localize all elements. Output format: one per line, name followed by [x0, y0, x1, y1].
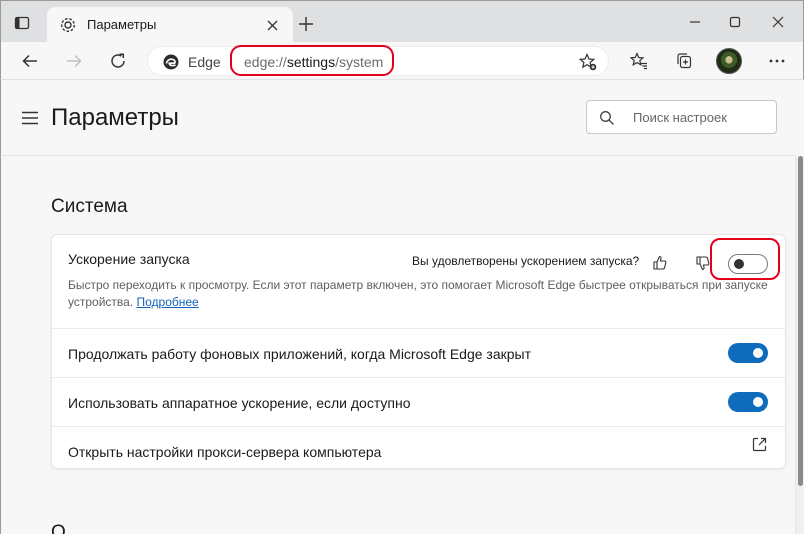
next-section-title: О	[51, 522, 66, 534]
background-apps-toggle[interactable]	[728, 343, 768, 363]
add-favorite-icon[interactable]	[578, 52, 598, 72]
forward-arrow-icon[interactable]	[60, 47, 88, 75]
minimize-icon[interactable]	[682, 11, 708, 33]
maximize-icon[interactable]	[722, 11, 748, 33]
toolbar: Edge edge://settings/system	[0, 42, 804, 80]
background-apps-label: Продолжать работу фоновых приложений, ко…	[68, 346, 532, 362]
close-tab-icon[interactable]	[263, 16, 281, 34]
search-placeholder: Поиск настроек	[633, 110, 727, 125]
startup-boost-feedback-question: Вы удовлетворены ускорением запуска?	[412, 254, 640, 268]
tab-settings[interactable]: Параметры	[47, 7, 293, 43]
page-title: Параметры	[51, 104, 179, 131]
startup-boost-description: Быстро переходить к просмотру. Если этот…	[68, 277, 768, 311]
section-title: Система	[51, 196, 128, 217]
proxy-settings-label[interactable]: Открыть настройки прокси-сервера компьют…	[68, 444, 381, 460]
tab-title: Параметры	[87, 17, 157, 32]
tab-strip: Параметры	[0, 0, 804, 43]
edge-logo-icon	[163, 54, 179, 70]
hardware-acceleration-toggle[interactable]	[728, 392, 768, 412]
hardware-acceleration-label: Использовать аппаратное ускорение, если …	[68, 395, 411, 411]
favorites-icon[interactable]	[625, 47, 653, 75]
url-host: settings	[286, 54, 336, 70]
startup-boost-label: Ускорение запуска	[68, 251, 190, 267]
new-tab-icon[interactable]	[295, 13, 317, 35]
external-link-icon[interactable]	[751, 436, 768, 453]
edge-label: Edge	[188, 54, 221, 70]
search-icon	[600, 111, 614, 125]
settings-content: Система Ускорение запуска Вы удовлетворе…	[0, 156, 795, 534]
url-path: /system	[335, 54, 384, 70]
url-text[interactable]: edge://settings/system	[244, 54, 383, 70]
hamburger-menu-icon[interactable]	[21, 111, 39, 125]
toggle-knob	[753, 397, 763, 407]
row-divider	[52, 377, 785, 378]
collections-icon[interactable]	[670, 47, 698, 75]
address-bar[interactable]: Edge edge://settings/system	[147, 46, 609, 76]
settings-header: Параметры Поиск настроек	[0, 80, 795, 156]
toggle-knob	[734, 259, 744, 269]
gear-icon	[60, 17, 76, 33]
back-arrow-icon[interactable]	[16, 47, 44, 75]
thumbs-up-icon[interactable]	[651, 254, 669, 272]
address-separator	[230, 54, 231, 70]
thumbs-down-icon[interactable]	[694, 254, 712, 272]
scrollbar[interactable]	[795, 156, 804, 534]
close-window-icon[interactable]	[765, 11, 791, 33]
row-divider	[52, 426, 785, 427]
tab-actions-icon[interactable]	[11, 12, 33, 34]
profile-avatar[interactable]	[716, 48, 742, 74]
toggle-knob	[753, 348, 763, 358]
scrollbar-thumb[interactable]	[798, 156, 803, 486]
more-menu-icon[interactable]	[763, 47, 791, 75]
system-settings-card: Ускорение запуска Вы удовлетворены ускор…	[51, 234, 786, 469]
learn-more-link[interactable]: Подробнее	[137, 295, 199, 309]
refresh-icon[interactable]	[104, 47, 132, 75]
startup-boost-toggle[interactable]	[728, 254, 768, 274]
row-divider	[52, 328, 785, 329]
search-settings-input[interactable]: Поиск настроек	[586, 100, 777, 134]
url-scheme: edge://	[244, 54, 287, 70]
